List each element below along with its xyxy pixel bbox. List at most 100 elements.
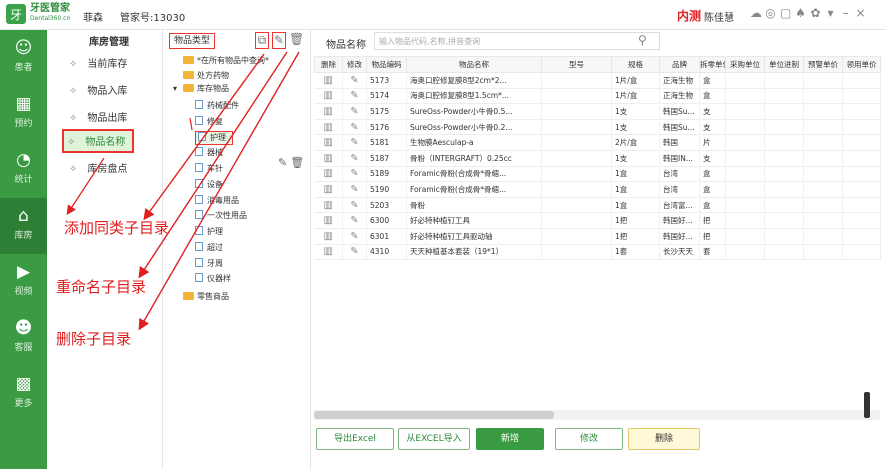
column-header[interactable]: 品牌 <box>659 56 700 73</box>
expand-toggle-icon[interactable]: ▾ <box>173 83 177 95</box>
tree-node[interactable]: 超过 <box>195 242 223 254</box>
screen-icon[interactable]: ▢ <box>780 6 791 20</box>
tree-node[interactable]: 修复 <box>195 116 223 128</box>
table-row[interactable]: ▥ ✎ 5189 Foramic骨粉(合成骨*骨缩... 1盒 台湾盒 <box>314 166 881 183</box>
rename-icon[interactable]: ✎ <box>278 156 290 169</box>
row-edit-icon[interactable]: ✎ <box>342 134 367 151</box>
dropdown-icon[interactable]: ▾ <box>825 6 836 20</box>
nav-item-pie[interactable]: ◔ 统计 <box>0 142 47 198</box>
table-row[interactable]: ▥ ✎ 4310 天天种植基本套装（19*1） 1套 长沙天天套 <box>314 244 881 261</box>
import-excel-button[interactable]: 从EXCEL导入 <box>398 428 470 450</box>
row-edit-icon[interactable]: ✎ <box>342 88 367 105</box>
tree-node[interactable]: 药械配件 <box>195 100 239 112</box>
row-delete-icon[interactable]: ▥ <box>314 119 343 136</box>
row-delete-icon[interactable]: ▥ <box>314 197 343 214</box>
row-edit-icon[interactable]: ✎ <box>342 119 367 136</box>
trash-icon[interactable]: 🗑 <box>289 32 304 49</box>
column-header[interactable]: 修改 <box>342 56 367 73</box>
tree-node[interactable]: 牙周 <box>195 258 223 270</box>
menu-item-stock-in[interactable]: ✧ 物品入库 <box>61 80 157 104</box>
menu-item-item-names[interactable]: ✧ 物品名称 <box>62 129 134 153</box>
table-row[interactable]: ▥ ✎ 5181 生物膜Aesculap-a 2片/盒 韩国片 <box>314 134 881 151</box>
table-row[interactable]: ▥ ✎ 6301 好必特种植钉工具驱动轴 1把 韩国好... 把 <box>314 228 881 245</box>
chat-icon[interactable]: ☁ <box>750 6 762 20</box>
nav-item-service[interactable]: ☻ 客服 <box>0 310 47 366</box>
row-delete-icon[interactable]: ▥ <box>314 134 343 151</box>
table-row[interactable]: ▥ ✎ 5187 骨粉（INTERGRAFT）0.25cc 1支 韩国IN... 支 <box>314 150 881 167</box>
nav-item-play[interactable]: ▶ 视频 <box>0 254 47 310</box>
row-edit-icon[interactable]: ✎ <box>342 103 367 120</box>
table-row[interactable]: ▥ ✎ 5190 Foramic骨粉(合成骨*骨缩... 1盒 台湾盒 <box>314 181 881 198</box>
column-header[interactable]: 物品名称 <box>406 56 542 73</box>
row-edit-icon[interactable]: ✎ <box>342 244 367 261</box>
tree-node[interactable]: 消毒用品 <box>195 195 239 207</box>
column-header[interactable]: 拆零单位 <box>699 56 726 73</box>
tree-node[interactable]: 库存物品 <box>183 83 229 95</box>
tree-node[interactable]: 处方药物 <box>183 70 229 82</box>
menu-item-stock-out[interactable]: ✧ 物品出库 <box>61 107 157 131</box>
tree-node[interactable]: 护理 <box>195 131 233 145</box>
nav-item-calendar[interactable]: ▦ 预约 <box>0 86 47 142</box>
scrollbar-thumb[interactable] <box>314 411 554 419</box>
column-header[interactable]: 预警单价 <box>803 56 843 73</box>
column-header[interactable]: 型号 <box>541 56 612 73</box>
bell-icon[interactable]: ♠ <box>795 6 806 20</box>
row-edit-icon[interactable]: ✎ <box>342 228 367 245</box>
column-header[interactable]: 规格 <box>611 56 660 73</box>
column-header[interactable]: 物品编码 <box>366 56 407 73</box>
tree-node[interactable]: *在所有物品中查询* <box>183 55 269 67</box>
rename-icon[interactable]: ✎ <box>272 32 286 49</box>
add-button[interactable]: 新增 <box>476 428 544 450</box>
row-edit-icon[interactable]: ✎ <box>342 166 367 183</box>
edit-button[interactable]: 修改 <box>555 428 623 450</box>
row-delete-icon[interactable]: ▥ <box>314 181 343 198</box>
column-header[interactable]: 领用单价 <box>842 56 881 73</box>
account-name[interactable]: 陈佳慧 <box>704 9 734 24</box>
search-input[interactable] <box>374 32 660 50</box>
row-delete-icon[interactable]: ▥ <box>314 72 343 89</box>
row-delete-icon[interactable]: ▥ <box>314 212 343 229</box>
row-delete-icon[interactable]: ▥ <box>314 150 343 167</box>
export-excel-button[interactable]: 导出Excel <box>316 428 394 450</box>
row-edit-icon[interactable]: ✎ <box>342 72 367 89</box>
row-delete-icon[interactable]: ▥ <box>314 166 343 183</box>
row-edit-icon[interactable]: ✎ <box>342 181 367 198</box>
search-icon[interactable]: ⚲ <box>638 33 647 47</box>
nav-item-warehouse[interactable]: ⌂ 库房 <box>0 198 47 254</box>
row-delete-icon[interactable]: ▥ <box>314 88 343 105</box>
nav-item-person[interactable]: ☺ 患者 <box>0 30 47 86</box>
camera-icon[interactable]: ◎ <box>765 6 776 20</box>
table-row[interactable]: ▥ ✎ 6300 好必特种植钉工具 1把 韩国好... 把 <box>314 212 881 229</box>
menu-item-current-stock[interactable]: ✧ 当前库存 <box>61 53 157 77</box>
close-icon[interactable]: × <box>855 6 866 20</box>
tree-node[interactable]: 零售商品 <box>183 291 229 303</box>
side-drawer-tab[interactable] <box>864 392 870 418</box>
table-row[interactable]: ▥ ✎ 5173 海奥口腔修复膜8型2cm*2... 1片/盒 正海生物盒 <box>314 72 881 89</box>
table-row[interactable]: ▥ ✎ 5174 海奥口腔修复膜8型1.5cm*... 1片/盒 正海生物盒 <box>314 88 881 105</box>
minimize-icon[interactable]: – <box>840 6 851 20</box>
row-edit-icon[interactable]: ✎ <box>342 150 367 167</box>
tree-node[interactable]: 仪器样 <box>195 273 231 285</box>
row-edit-icon[interactable]: ✎ <box>342 197 367 214</box>
tree-node[interactable]: 护理 <box>195 226 223 238</box>
table-row[interactable]: ▥ ✎ 5203 骨粉 1盒 台湾富... 盒 <box>314 197 881 214</box>
menu-item-inventory-check[interactable]: ✧ 库房盘点 <box>61 158 157 182</box>
tree-node[interactable]: 器械 <box>195 147 223 159</box>
add-sibling-icon[interactable]: ⧉ <box>255 32 269 49</box>
horizontal-scrollbar[interactable] <box>314 410 880 420</box>
table-row[interactable]: ▥ ✎ 5175 SureOss-Powder小牛骨0.5... 1支 韩国Su... 支 <box>314 103 881 120</box>
row-delete-icon[interactable]: ▥ <box>314 244 343 261</box>
tree-node[interactable]: 设备 <box>195 179 223 191</box>
tree-node[interactable]: 一次性用品 <box>195 210 247 222</box>
row-edit-icon[interactable]: ✎ <box>342 212 367 229</box>
column-header[interactable]: 采购单位 <box>725 56 765 73</box>
row-delete-icon[interactable]: ▥ <box>314 228 343 245</box>
column-header[interactable]: 单位进制 <box>764 56 804 73</box>
row-delete-icon[interactable]: ▥ <box>314 103 343 120</box>
nav-item-grid[interactable]: ▩ 更多 <box>0 366 47 422</box>
settings-icon[interactable]: ✿ <box>810 6 821 20</box>
column-header[interactable]: 删除 <box>314 56 343 73</box>
trash-icon[interactable]: 🗑 <box>290 156 307 169</box>
tree-node[interactable]: 车针 <box>195 163 223 175</box>
table-row[interactable]: ▥ ✎ 5176 SureOss-Powder小牛骨0.2... 1支 韩国Su... 支 <box>314 119 881 136</box>
